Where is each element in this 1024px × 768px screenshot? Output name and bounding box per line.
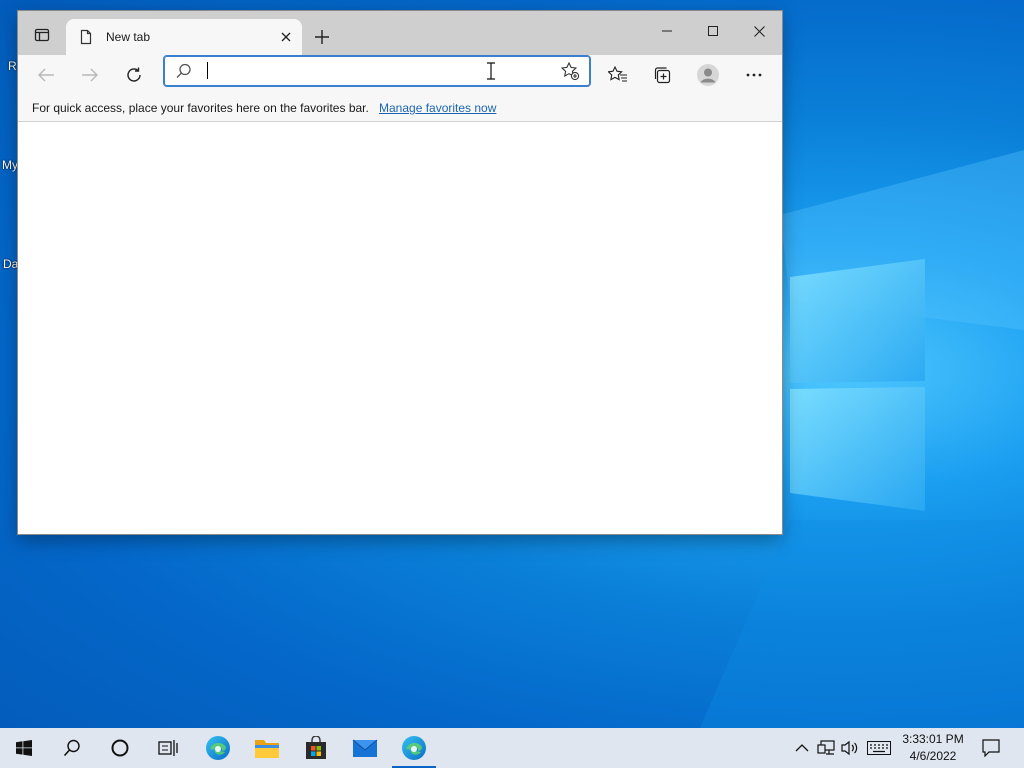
folder-icon — [255, 740, 279, 758]
keyboard-icon — [867, 741, 891, 755]
refresh-icon — [127, 67, 141, 82]
tab-title: New tab — [106, 30, 151, 44]
edge-icon — [402, 736, 426, 760]
tab-actions-button[interactable] — [26, 21, 58, 49]
taskbar-edge-running[interactable] — [390, 728, 438, 768]
close-window-button[interactable] — [736, 11, 782, 51]
navigation-toolbar — [18, 55, 782, 95]
speaker-icon — [841, 740, 858, 756]
collections-button[interactable] — [646, 59, 678, 91]
action-center-button[interactable] — [978, 736, 1004, 760]
task-view-icon — [158, 740, 178, 756]
plus-icon — [315, 30, 329, 44]
close-icon — [281, 32, 291, 42]
title-bar[interactable]: New tab — [18, 11, 782, 55]
profile-button[interactable] — [692, 59, 724, 91]
tab-actions-icon — [34, 28, 50, 42]
tab-new-tab[interactable]: New tab — [66, 19, 302, 55]
favorites-button[interactable] — [602, 59, 634, 91]
taskbar-microsoft-store[interactable] — [292, 728, 340, 768]
settings-and-more-button[interactable] — [738, 59, 770, 91]
taskbar: 3:33:01 PM 4/6/2022 — [0, 728, 1024, 768]
back-arrow-icon — [38, 68, 54, 82]
search-icon — [63, 739, 80, 757]
more-icon — [746, 73, 762, 77]
forward-arrow-icon — [82, 68, 98, 82]
touch-keyboard-button[interactable] — [866, 738, 892, 758]
page-icon — [80, 29, 92, 45]
search-icon — [176, 63, 191, 78]
favorites-bar: For quick access, place your favorites h… — [18, 95, 782, 122]
taskbar-clock[interactable]: 3:33:01 PM 4/6/2022 — [896, 731, 970, 765]
start-button[interactable] — [0, 728, 48, 768]
taskbar-search-button[interactable] — [48, 728, 96, 768]
close-icon — [753, 25, 765, 37]
network-icon — [817, 740, 835, 755]
notification-icon — [982, 739, 1000, 757]
network-button[interactable] — [816, 738, 836, 758]
cortana-icon — [111, 739, 129, 757]
store-icon — [306, 736, 326, 759]
refresh-button[interactable] — [118, 59, 150, 91]
desktop-icon-label[interactable]: Da — [3, 257, 18, 271]
show-hidden-icons-button[interactable] — [792, 738, 812, 758]
edge-icon — [206, 736, 230, 760]
text-caret — [207, 62, 208, 79]
chevron-up-icon — [795, 744, 809, 752]
favorites-icon — [608, 66, 627, 82]
mail-icon — [352, 739, 378, 757]
profile-icon — [697, 64, 719, 86]
task-view-button[interactable] — [144, 728, 192, 768]
desktop-icon-label[interactable]: My — [2, 158, 18, 172]
manage-favorites-link[interactable]: Manage favorites now — [379, 101, 496, 115]
taskbar-mail[interactable] — [341, 728, 389, 768]
close-tab-button[interactable] — [274, 25, 298, 49]
desktop-icon-label[interactable]: R — [8, 59, 17, 73]
page-content[interactable] — [18, 122, 782, 534]
maximize-icon — [708, 26, 718, 36]
volume-button[interactable] — [840, 738, 860, 758]
add-favorite-button[interactable] — [558, 60, 582, 82]
address-bar[interactable] — [163, 55, 591, 87]
taskbar-edge-pinned[interactable] — [194, 728, 242, 768]
back-button[interactable] — [30, 59, 62, 91]
minimize-button[interactable] — [644, 11, 690, 51]
clock-date: 4/6/2022 — [909, 749, 957, 763]
windows-logo-wallpaper — [790, 259, 925, 511]
maximize-button[interactable] — [690, 11, 736, 51]
minimize-icon — [662, 30, 672, 32]
taskbar-file-explorer[interactable] — [243, 728, 291, 768]
text-cursor-icon — [487, 62, 495, 80]
edge-browser-window: New tab For quick access, place your fav… — [18, 11, 782, 534]
favorites-bar-message: For quick access, place your favorites h… — [32, 101, 369, 115]
windows-start-icon — [16, 740, 32, 756]
new-tab-button[interactable] — [308, 23, 336, 51]
collections-icon — [654, 67, 671, 84]
star-add-icon — [560, 61, 580, 81]
forward-button[interactable] — [74, 59, 106, 91]
clock-time: 3:33:01 PM — [902, 732, 964, 746]
cortana-button[interactable] — [96, 728, 144, 768]
